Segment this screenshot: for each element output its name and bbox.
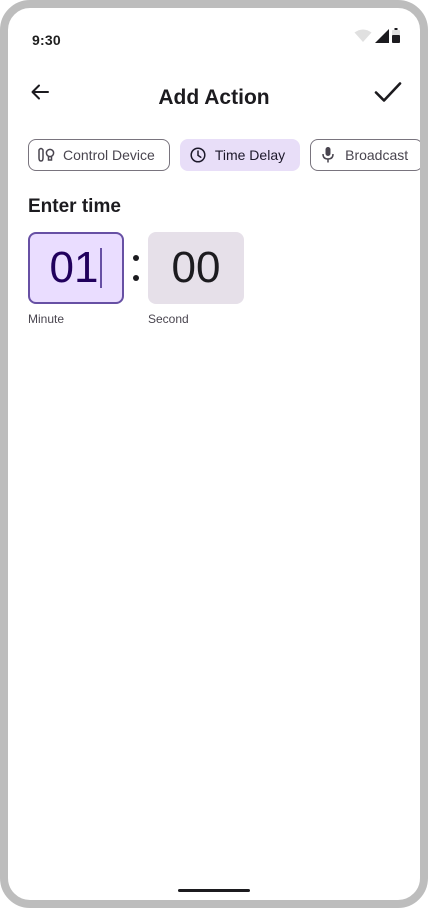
- status-bar: 9:30: [8, 8, 420, 72]
- chip-control-device[interactable]: Control Device: [28, 139, 170, 171]
- page-title: Add Action: [158, 86, 270, 109]
- action-type-chips: Control Device Time Delay Broadcast: [28, 139, 420, 171]
- top-app-bar: Add Action: [8, 66, 420, 122]
- status-icons: [354, 28, 400, 48]
- chip-label: Broadcast: [345, 147, 409, 163]
- mic-icon: [319, 146, 337, 164]
- enter-time-heading: Enter time: [28, 196, 121, 217]
- second-input[interactable]: 00: [148, 232, 244, 304]
- wifi-icon: [354, 29, 372, 48]
- device-icon: [37, 146, 55, 164]
- chip-broadcast[interactable]: Broadcast: [310, 139, 420, 171]
- chip-time-delay[interactable]: Time Delay: [179, 139, 301, 171]
- time-input-row: 01 00: [28, 232, 244, 304]
- chip-label: Control Device: [63, 147, 155, 163]
- text-caret: [100, 248, 103, 288]
- check-icon: [374, 81, 402, 108]
- time-separator: [124, 232, 148, 304]
- home-indicator[interactable]: [178, 889, 250, 892]
- minute-value: 01: [49, 243, 99, 292]
- second-value: 00: [171, 243, 221, 292]
- device-frame: 9:30 Add Action Control Device Time Dela…: [0, 0, 428, 908]
- signal-icon: [375, 29, 389, 48]
- minute-input[interactable]: 01: [28, 232, 124, 304]
- chip-label: Time Delay: [214, 147, 286, 163]
- status-time: 9:30: [32, 32, 61, 48]
- clock-icon: [189, 146, 207, 164]
- minute-label: Minute: [28, 312, 65, 326]
- second-label: Second: [148, 312, 189, 326]
- battery-icon: [392, 28, 400, 48]
- confirm-button[interactable]: [366, 72, 410, 116]
